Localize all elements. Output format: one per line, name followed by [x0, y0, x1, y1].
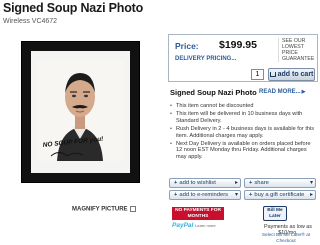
share-button[interactable]: + share — [244, 178, 316, 188]
list-item: Rush Delivery in 2 - 4 business days is … — [170, 126, 316, 139]
plus-icon: + — [249, 180, 253, 186]
add-to-wishlist-button[interactable]: + add to wishlist — [169, 178, 241, 188]
add-to-cart-button[interactable]: add to cart — [268, 68, 315, 81]
gift-certificate-button[interactable]: + buy a gift certificate — [244, 190, 316, 200]
bill-me-later-logo[interactable]: Bill Me Later — [263, 206, 287, 221]
product-sku: Wireless VC4672 — [3, 18, 58, 25]
list-item: This item will be delivered in 10 busine… — [170, 111, 316, 124]
signed-photo: NO SOUP FOR you! — [37, 61, 124, 161]
item-name: Signed Soup Nazi Photo — [170, 88, 257, 97]
gift-certificate-label: buy a gift certificate — [254, 192, 305, 198]
add-to-e-reminders-button[interactable]: + add to e-reminders — [169, 190, 241, 200]
e-reminders-label: add to e-reminders — [179, 192, 229, 198]
list-item: Next Day Delivery is available on orders… — [170, 141, 316, 160]
share-label: share — [254, 180, 269, 186]
delivery-notes: This item cannot be discounted This item… — [170, 103, 316, 162]
paypal-logo: PayPal Learn more — [172, 222, 216, 229]
add-to-cart-label: add to cart — [277, 71, 314, 78]
plus-icon: + — [174, 180, 178, 186]
read-more-link[interactable]: READ MORE... — [259, 89, 306, 95]
price-guarantee-link[interactable]: SEE OUR LOWEST PRICE GUARANTEE — [278, 38, 316, 62]
portrait-illustration: NO SOUP FOR you! — [37, 61, 124, 161]
price-panel: Price: $199.95 SEE OUR LOWEST PRICE GUAR… — [168, 34, 318, 82]
product-title: Signed Soup Nazi Photo — [3, 1, 144, 15]
paypal-promo[interactable]: NO PAYMENTS FOR MONTHS PayPal Learn more — [172, 207, 244, 241]
product-image[interactable]: NO SOUP FOR you! — [21, 41, 140, 183]
quantity-input[interactable]: 1 — [251, 69, 264, 80]
magnify-label: MAGNIFY PICTURE — [72, 206, 128, 213]
plus-icon: + — [249, 192, 253, 198]
plus-icon: + — [174, 192, 178, 198]
price-label: Price: — [175, 41, 199, 51]
magnify-picture-link[interactable]: MAGNIFY PICTURE — [72, 206, 136, 213]
bill-me-later-link[interactable]: Select Bill Me Later® at Checkout — [253, 232, 319, 243]
photo-mat: NO SOUP FOR you! — [31, 51, 130, 173]
magnify-icon — [129, 206, 136, 212]
cart-icon — [269, 71, 276, 77]
wishlist-label: add to wishlist — [179, 180, 216, 186]
delivery-pricing-link[interactable]: DELIVERY PRICING... — [175, 56, 236, 62]
list-item: This item cannot be discounted — [170, 103, 316, 110]
no-payments-badge: NO PAYMENTS FOR MONTHS — [172, 207, 224, 220]
price-value: $199.95 — [219, 39, 257, 51]
